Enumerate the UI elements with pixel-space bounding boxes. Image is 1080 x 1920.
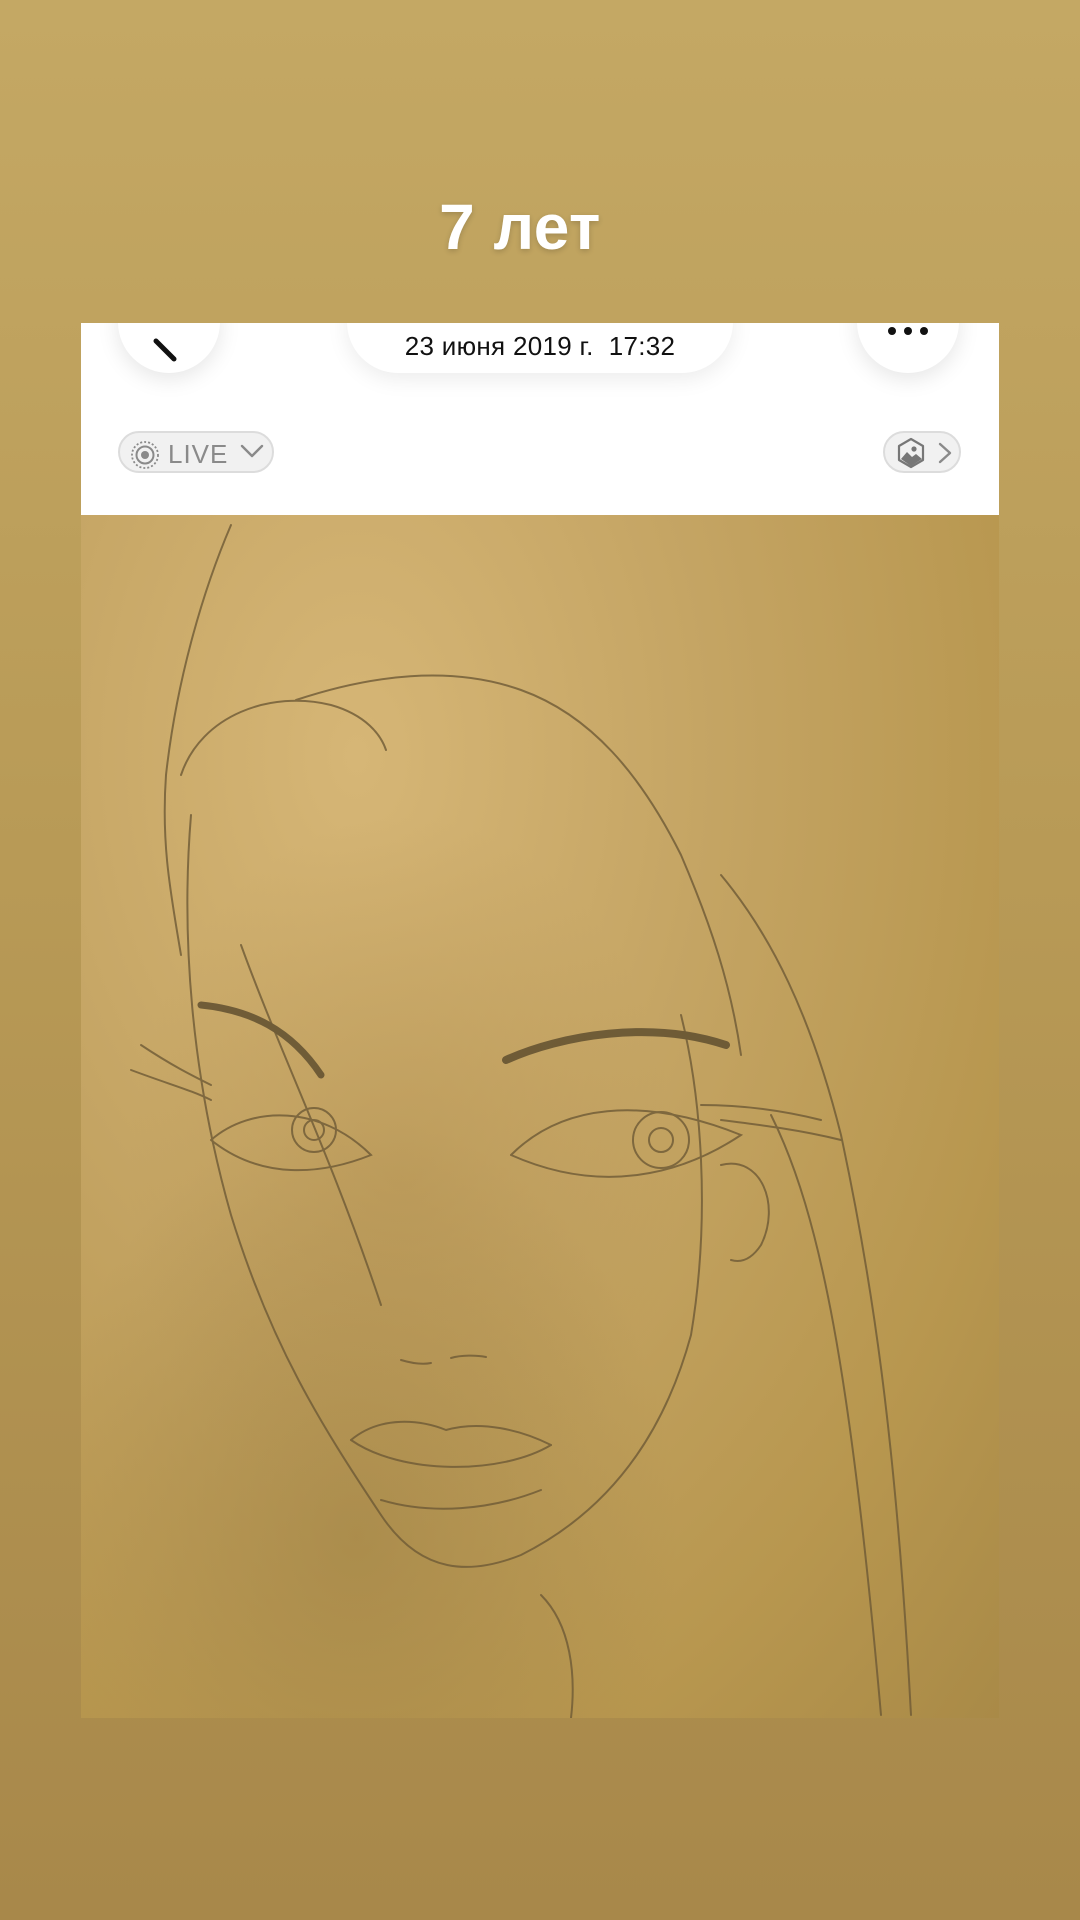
date-pill: 23 июня 2019 г. 17:32 [347, 323, 733, 373]
more-button[interactable] [857, 323, 959, 373]
back-button[interactable] [118, 323, 220, 373]
story-caption: 7 лет [439, 191, 601, 263]
live-label: LIVE [168, 439, 229, 469]
ellipsis-icon [888, 327, 928, 335]
photo-toolbar: 23 июня 2019 г. 17:32 LIVE [81, 323, 999, 515]
live-photo-button[interactable]: LIVE [118, 431, 274, 473]
visual-lookup-icon [897, 437, 925, 469]
chevron-right-icon [938, 442, 952, 464]
chevron-down-icon [240, 444, 264, 458]
photo-image [81, 515, 999, 1718]
pencil-sketch-face [81, 515, 999, 1718]
visual-lookup-button[interactable] [883, 431, 961, 473]
live-photo-icon [131, 441, 159, 469]
date-time-label: 23 июня 2019 г. 17:32 [404, 331, 676, 361]
chevron-left-icon [153, 338, 177, 362]
photo-screenshot: 23 июня 2019 г. 17:32 LIVE [81, 323, 999, 1718]
